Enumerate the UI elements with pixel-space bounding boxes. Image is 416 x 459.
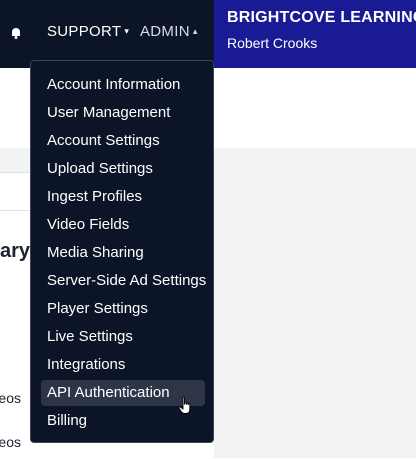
hand-pointer-icon xyxy=(178,396,191,414)
admin-menu[interactable]: ADMIN ▴ xyxy=(140,23,198,40)
support-label: SUPPORT xyxy=(47,23,122,40)
account-name: BRIGHTCOVE LEARNING xyxy=(227,9,416,26)
bell-icon[interactable] xyxy=(9,26,23,40)
card-heading: ary xyxy=(0,240,30,262)
menu-item-live-settings[interactable]: Live Settings xyxy=(41,324,205,350)
support-menu[interactable]: SUPPORT ▾ xyxy=(47,23,129,40)
chevron-down-icon: ▾ xyxy=(124,26,130,36)
chevron-up-icon: ▴ xyxy=(192,26,198,36)
admin-dropdown-menu: Account Information User Management Accoun… xyxy=(30,60,214,443)
admin-label: ADMIN xyxy=(140,23,190,40)
account-switcher[interactable]: BRIGHTCOVE LEARNING Robert Crooks xyxy=(214,0,416,68)
menu-item-user-management[interactable]: User Management xyxy=(41,100,205,126)
menu-item-server-side-ad-settings[interactable]: Server-Side Ad Settings xyxy=(41,268,206,294)
menu-item-account-information[interactable]: Account Information xyxy=(41,72,205,98)
menu-item-integrations[interactable]: Integrations xyxy=(41,352,205,378)
card-text: eos xyxy=(0,434,21,450)
menu-item-ingest-profiles[interactable]: Ingest Profiles xyxy=(41,184,205,210)
menu-item-video-fields[interactable]: Video Fields xyxy=(41,212,205,238)
card-text: eos xyxy=(0,390,21,406)
menu-item-media-sharing[interactable]: Media Sharing xyxy=(41,240,205,266)
menu-item-player-settings[interactable]: Player Settings xyxy=(41,296,205,322)
menu-item-account-settings[interactable]: Account Settings xyxy=(41,128,205,154)
menu-item-upload-settings[interactable]: Upload Settings xyxy=(41,156,205,182)
user-name: Robert Crooks xyxy=(227,35,318,51)
